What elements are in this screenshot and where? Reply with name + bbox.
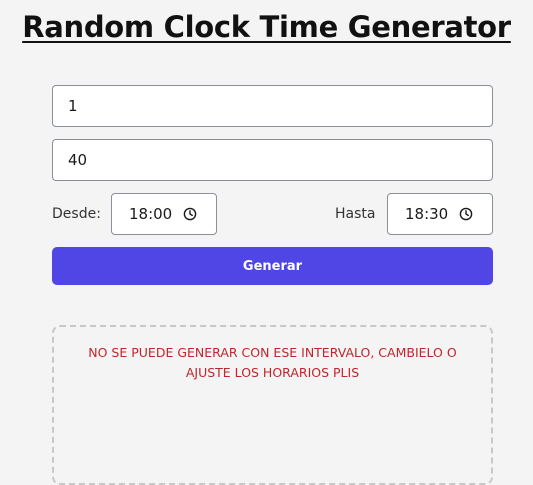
to-time-input[interactable]: 18:30 — [387, 193, 493, 235]
clock-icon[interactable] — [183, 207, 197, 221]
generate-button[interactable]: Generar — [52, 247, 493, 285]
clock-icon[interactable] — [459, 207, 473, 221]
count-input[interactable] — [52, 85, 493, 127]
page-title: Random Clock Time Generator — [22, 10, 511, 44]
error-message: NO SE PUEDE GENERAR CON ESE INTERVALO, C… — [88, 345, 457, 380]
to-time-value: 18:30 — [405, 205, 449, 223]
to-label: Hasta — [335, 206, 376, 222]
from-label: Desde: — [52, 206, 101, 222]
from-time-value: 18:00 — [129, 205, 173, 223]
interval-minutes-input[interactable] — [52, 139, 493, 181]
results-panel: NO SE PUEDE GENERAR CON ESE INTERVALO, C… — [52, 325, 493, 485]
from-time-input[interactable]: 18:00 — [111, 193, 217, 235]
